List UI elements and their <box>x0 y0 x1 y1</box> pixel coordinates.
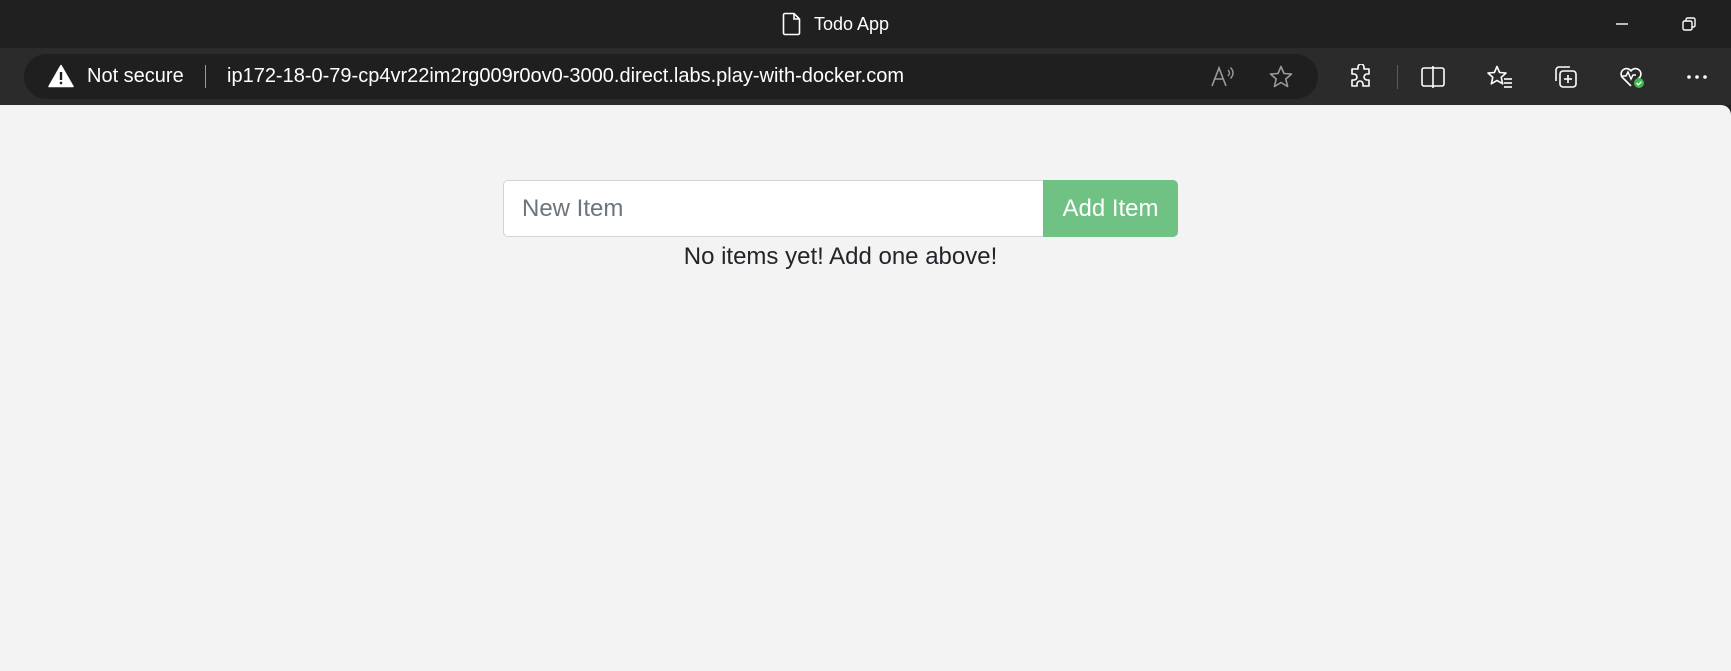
empty-list-message: No items yet! Add one above! <box>683 243 998 270</box>
minimize-button[interactable] <box>1590 0 1654 48</box>
toolbar-separator <box>1397 65 1398 89</box>
favorites-icon <box>1487 65 1512 88</box>
restore-icon <box>1682 17 1696 31</box>
address-bar[interactable]: Not secure ip172-18-0-79-cp4vr22im2rg009… <box>24 54 1318 99</box>
extensions-button[interactable] <box>1346 62 1376 92</box>
minimize-icon <box>1616 23 1628 25</box>
extensions-icon <box>1351 64 1370 87</box>
document-icon <box>782 12 801 36</box>
security-label[interactable]: Not secure <box>87 54 184 99</box>
page-content: Add Item No items yet! Add one above! <box>0 105 1731 671</box>
more-button[interactable] <box>1682 62 1712 92</box>
browser-essentials-icon <box>1620 67 1644 88</box>
url-text[interactable]: ip172-18-0-79-cp4vr22im2rg009r0ov0-3000.… <box>227 54 904 99</box>
collections-icon <box>1555 66 1577 88</box>
address-separator <box>205 65 206 88</box>
add-favorite-button[interactable] <box>1267 63 1295 91</box>
read-aloud-button[interactable] <box>1208 63 1236 91</box>
window-title-text: Todo App <box>813 13 890 34</box>
add-item-button[interactable]: Add Item <box>1043 180 1178 237</box>
browser-essentials-button[interactable] <box>1617 62 1647 92</box>
collections-button[interactable] <box>1551 62 1581 92</box>
more-icon <box>1687 75 1707 79</box>
add-item-form: Add Item <box>503 180 1178 237</box>
window-title: Todo App <box>0 0 1731 48</box>
split-screen-button[interactable] <box>1418 62 1448 92</box>
favorite-star-icon <box>1269 65 1293 88</box>
warning-icon[interactable] <box>48 64 74 88</box>
read-aloud-icon <box>1211 65 1234 87</box>
favorites-button[interactable] <box>1485 62 1515 92</box>
restore-button[interactable] <box>1657 0 1721 48</box>
title-bar: Todo App <box>0 0 1731 48</box>
new-item-input[interactable] <box>503 180 1043 237</box>
split-screen-icon <box>1421 66 1445 88</box>
browser-toolbar: Not secure ip172-18-0-79-cp4vr22im2rg009… <box>0 48 1731 105</box>
